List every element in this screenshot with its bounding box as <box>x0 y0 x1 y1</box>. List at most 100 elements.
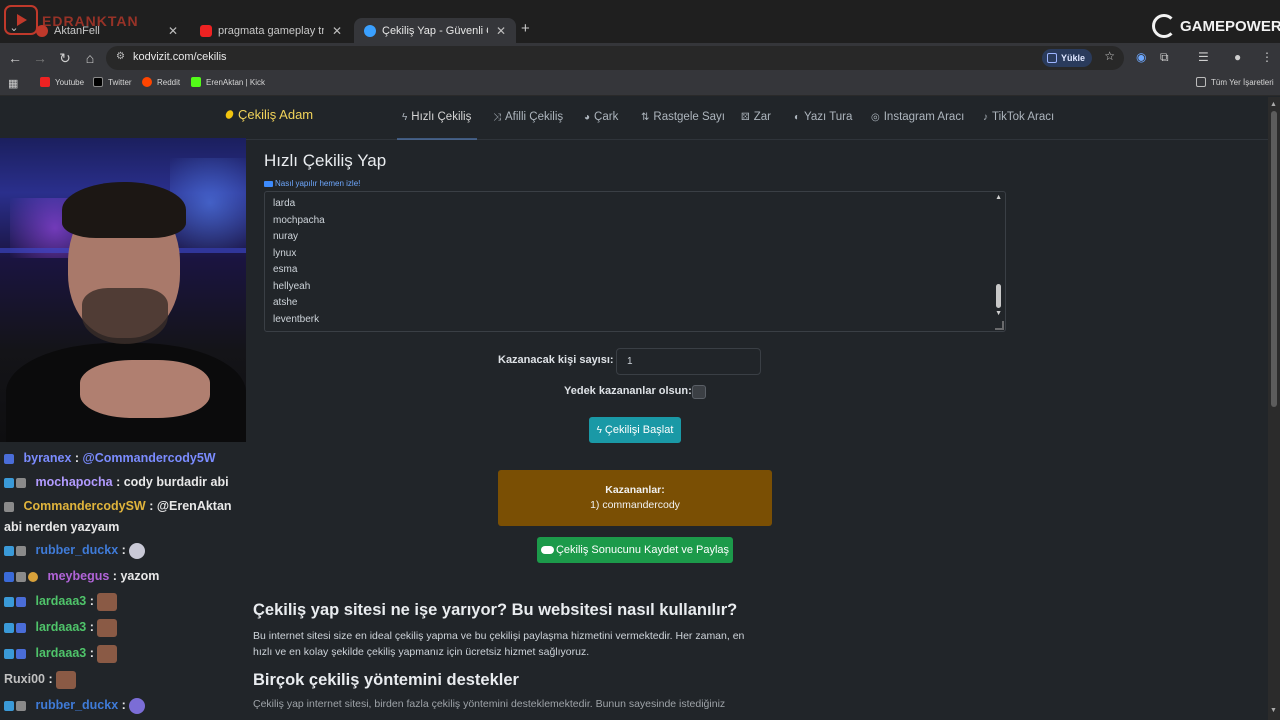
sub-badge-icon <box>16 478 26 489</box>
participants-textarea[interactable]: larda mochpacha nuray lynux esma hellyea… <box>264 191 1006 332</box>
participant-name: esma <box>273 264 298 275</box>
bookmark-label: Reddit <box>157 77 181 87</box>
chat-username: lardaaa3 <box>35 646 87 660</box>
winners-box: Kazananlar: 1) commandercody <box>498 470 772 526</box>
chat-username: meybegus <box>47 569 110 583</box>
close-tab-icon[interactable]: ✕ <box>496 24 506 38</box>
forward-icon[interactable]: → <box>30 48 50 68</box>
section-heading: Birçok çekiliş yöntemini destekler <box>253 671 519 689</box>
howto-link[interactable]: Nasıl yapılır hemen izle! <box>264 179 360 188</box>
reddit-icon <box>142 77 152 87</box>
section-text: Çekiliş yap internet sitesi, birden fazl… <box>253 698 726 710</box>
backup-winners-checkbox[interactable] <box>692 385 706 399</box>
textarea-scroll-up-icon[interactable]: ▲ <box>995 194 1002 201</box>
browser-menu-icon[interactable]: ⋮ <box>1261 50 1273 64</box>
nav-label: Rastgele Sayı <box>653 111 725 123</box>
nav-zar[interactable]: ⚄ Zar <box>741 111 771 123</box>
all-bookmarks[interactable]: Tüm Yer İşaretleri <box>1196 77 1274 87</box>
scroll-down-icon[interactable]: ▼ <box>1270 707 1277 714</box>
nav-tiktok-araci[interactable]: ♪ TikTok Aracı <box>983 111 1054 123</box>
gift-badge-icon <box>4 478 14 489</box>
winners-heading: Kazananlar: <box>605 484 665 496</box>
chat-username: lardaaa3 <box>35 594 87 608</box>
chat-message: CommandercodySW : @ErenAktan abi nerden … <box>4 496 252 537</box>
bookmark-kick[interactable]: ErenAktan | Kick <box>191 77 265 87</box>
reload-icon[interactable]: ↻ <box>55 48 75 68</box>
bookmark-youtube[interactable]: Youtube <box>40 77 84 87</box>
tab-cekilis[interactable]: Çekiliş Yap - Güvenli Çekiliş - Hızlı ✕ <box>354 18 516 43</box>
participant-name: lynux <box>273 247 297 259</box>
close-tab-icon[interactable]: ✕ <box>168 24 178 38</box>
textarea-scrollbar[interactable] <box>996 284 1001 308</box>
tiktok-icon: ♪ <box>983 111 988 123</box>
new-tab-icon[interactable]: + <box>521 20 530 37</box>
sub-badge-icon <box>16 546 26 557</box>
tab-youtube[interactable]: pragmata gameplay trailer - YouTube ✕ <box>190 18 352 43</box>
back-icon[interactable]: ← <box>5 48 25 68</box>
profile-switch-icon[interactable]: ☰ <box>1198 50 1209 64</box>
tab-title: Çekiliş Yap - Güvenli Çekiliş - Hızlı <box>382 24 488 37</box>
extensions-puzzle-icon[interactable]: ⧉ <box>1160 50 1169 65</box>
page-scrollbar[interactable]: ▲ ▼ <box>1268 97 1280 720</box>
youtube-favicon-icon <box>200 24 212 37</box>
chat-text: yazom <box>120 569 160 583</box>
chat-badges <box>4 473 28 493</box>
kick-icon <box>191 77 201 87</box>
gift-badge-icon <box>4 623 14 634</box>
textarea-scroll-down-icon[interactable]: ▼ <box>995 310 1002 317</box>
scroll-up-icon[interactable]: ▲ <box>1270 101 1277 108</box>
bookmark-star-icon[interactable]: ☆ <box>1104 49 1115 63</box>
streamer-hands <box>80 360 210 418</box>
nav-afilli-cekilis[interactable]: ⤨ Afilli Çekiliş <box>493 111 563 123</box>
site-brand[interactable]: Çekiliş Adam <box>224 107 313 122</box>
chat-message: Ruxi00 : <box>4 669 252 689</box>
home-icon[interactable]: ⌂ <box>80 48 100 68</box>
nav-yazi-tura[interactable]: ◐ Yazı Tura <box>794 111 852 123</box>
chat-username: Ruxi00 <box>4 672 45 686</box>
bookmark-reddit[interactable]: Reddit <box>142 77 180 87</box>
chat-badges <box>4 541 28 561</box>
backup-winners-label: Yedek kazananlar olsun: <box>564 385 692 397</box>
start-draw-label: Çekilişi Başlat <box>604 424 674 436</box>
url-text[interactable]: kodvizit.com/cekilis <box>133 51 227 63</box>
tab-strip: EDRANKTAN ⌄ AktanFell ✕ pragmata gamepla… <box>0 0 1280 43</box>
tab-aktanfell[interactable]: AktanFell ✕ <box>26 18 188 43</box>
address-bar[interactable]: ⚙ kodvizit.com/cekilis Yükle ☆ <box>106 46 1124 70</box>
bookmark-label: Youtube <box>55 77 85 87</box>
chat-badges <box>4 618 28 638</box>
streamer-hair <box>62 182 186 238</box>
nav-rastgele-sayi[interactable]: ⇅ Rastgele Sayı <box>641 111 725 123</box>
chat-username: CommandercodySW <box>23 499 146 513</box>
tab-search-icon[interactable]: ⌄ <box>6 20 22 36</box>
tab-title: AktanFell <box>54 24 100 37</box>
nav-hizli-cekilis[interactable]: ϟ Hızlı Çekiliş <box>402 111 471 123</box>
emote-icon <box>97 618 118 637</box>
save-share-button[interactable]: Çekiliş Sonucunu Kaydet ve Paylaş <box>537 537 733 563</box>
close-tab-icon[interactable]: ✕ <box>332 24 342 38</box>
emote-icon <box>129 542 146 559</box>
apps-grid-icon[interactable]: ▦ <box>8 78 20 90</box>
sub-badge-icon <box>4 454 14 465</box>
bookmark-twitter[interactable]: Twitter <box>93 77 132 87</box>
chat-message: rubber_duckx : <box>4 695 252 716</box>
scrollbar-thumb[interactable] <box>1271 111 1277 407</box>
nav-cark[interactable]: ◕ Çark <box>584 111 618 123</box>
resize-grip-icon[interactable] <box>995 321 1004 330</box>
nav-instagram-araci[interactable]: ◎ Instagram Aracı <box>871 111 964 123</box>
chat-message: meybegus : yazom <box>4 566 252 587</box>
site-info-icon[interactable]: ⚙ <box>116 51 128 63</box>
brand-icon <box>224 108 235 121</box>
avatar[interactable]: ● <box>1234 50 1241 64</box>
extension-icon[interactable]: ◉ <box>1136 50 1146 64</box>
chat-username: rubber_duckx <box>35 698 119 712</box>
gamepower-mark-icon <box>1152 14 1176 38</box>
start-draw-button[interactable]: ϟ Çekilişi Başlat <box>589 417 681 443</box>
chat-text: cody burdadir abi <box>123 475 229 489</box>
participant-name: hellyeah <box>273 280 311 292</box>
chat-badges <box>4 592 28 612</box>
nav-label: TikTok Aracı <box>992 111 1055 123</box>
winner-count-input[interactable]: 1 <box>616 348 761 375</box>
emote-icon <box>129 697 146 714</box>
x-twitter-icon <box>93 77 103 87</box>
upload-button[interactable]: Yükle <box>1041 49 1092 67</box>
